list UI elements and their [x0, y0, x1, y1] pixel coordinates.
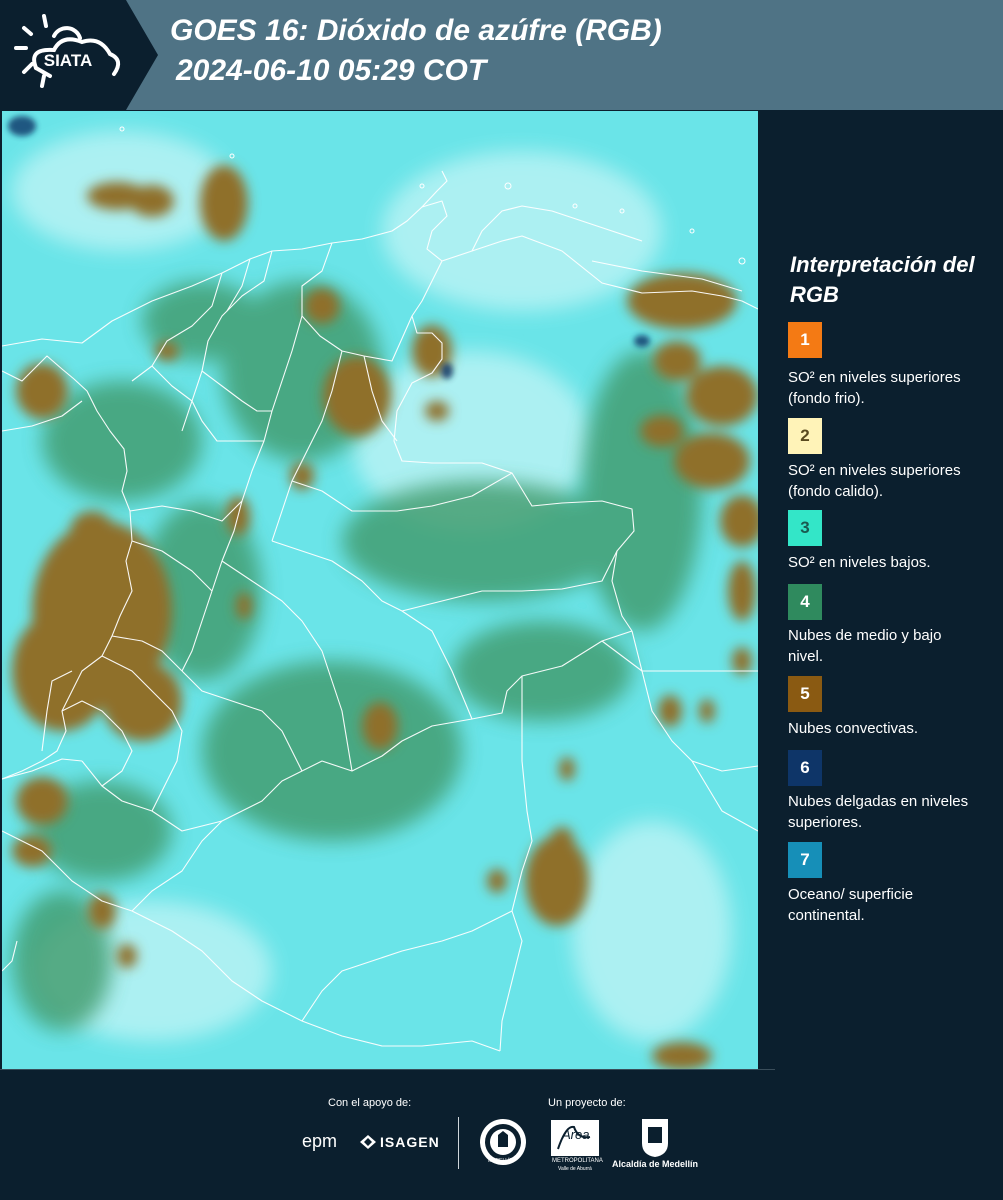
- legend-swatch-2: 2: [788, 418, 822, 454]
- legend-title: Interpretación del RGB: [790, 252, 975, 307]
- project-label: Un proyecto de:: [548, 1097, 626, 1109]
- epm-logo[interactable]: epm: [302, 1131, 337, 1152]
- legend-label-7: Oceano/ superficie continental.: [788, 886, 914, 924]
- legend-label-6: Nubes delgadas en niveles superiores.: [788, 793, 969, 831]
- legend-label-3: SO² en niveles bajos.: [788, 554, 931, 571]
- legend-label-5: Nubes convectivas.: [788, 720, 919, 737]
- map-title: GOES 16: Dióxido de azúfre (RGB): [170, 14, 662, 47]
- satellite-map[interactable]: [2, 111, 758, 1069]
- legend-label-2: SO² en niveles superiores (fondo calido)…: [788, 462, 961, 500]
- logo-panel: SIATA: [0, 0, 158, 110]
- legend-swatch-5: 5: [788, 676, 822, 712]
- area-script: Área: [562, 1127, 590, 1142]
- logo-text: SIATA: [44, 51, 92, 70]
- support-label: Con el apoyo de:: [328, 1097, 412, 1109]
- header-bar: SIATA GOES 16: Dióxido de azúfre (RGB) 2…: [0, 0, 1003, 110]
- alcaldia-shield-icon: [642, 1119, 668, 1157]
- legend-label-1: SO² en niveles superiores (fondo frio).: [788, 369, 961, 407]
- alcaldia-name[interactable]: Alcaldía de Medellín: [612, 1159, 698, 1169]
- seal-caption: MEDELLÍN: [488, 1158, 514, 1164]
- footer-divider: [458, 1117, 459, 1169]
- isagen-logo[interactable]: ISAGEN: [380, 1134, 440, 1150]
- satellite-image: [2, 111, 758, 1069]
- footer: Con el apoyo de: Un proyecto de: epm ISA…: [0, 1069, 1003, 1200]
- footer-separator: [0, 1069, 775, 1070]
- legend-swatch-7: 7: [788, 842, 822, 878]
- legend-swatch-6: 6: [788, 750, 822, 786]
- isagen-icon: [360, 1135, 376, 1149]
- legend-swatch-4: 4: [788, 584, 822, 620]
- legend-label-4: Nubes de medio y bajo nivel.: [788, 627, 942, 665]
- siata-logo[interactable]: SIATA: [14, 14, 126, 96]
- area-name[interactable]: METROPOLITANA: [552, 1158, 603, 1164]
- legend-swatch-1: 1: [788, 322, 822, 358]
- area-sub: Valle de Aburrá: [558, 1166, 592, 1172]
- map-timestamp: 2024-06-10 05:29 COT: [176, 54, 487, 87]
- legend-swatch-3: 3: [788, 510, 822, 546]
